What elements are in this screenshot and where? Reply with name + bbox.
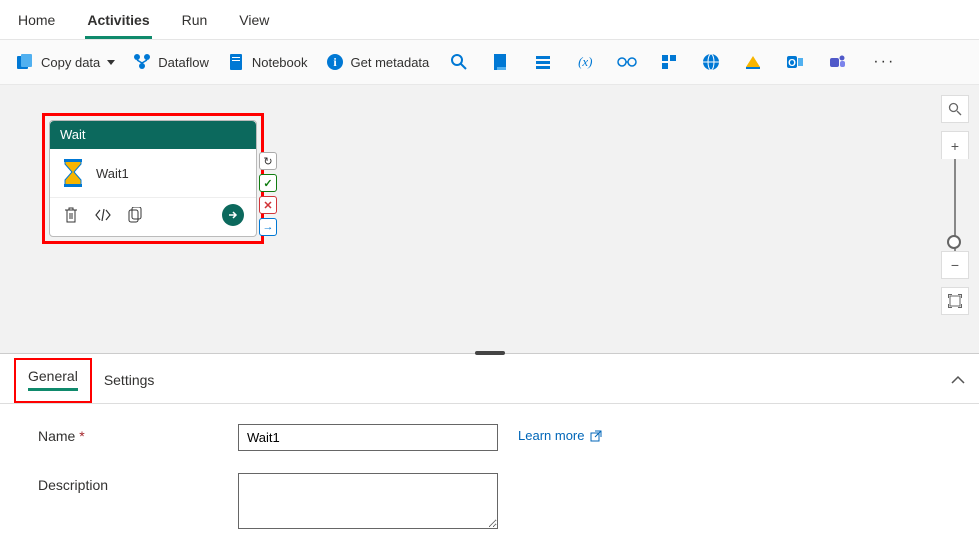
tab-general-label: General [28, 368, 78, 384]
zoom-track[interactable] [954, 159, 956, 251]
notebook-label: Notebook [252, 55, 308, 70]
copy-data-icon [16, 53, 34, 71]
tab-home[interactable]: Home [16, 6, 57, 39]
description-label: Description [38, 473, 218, 493]
panel-tabs: General Settings [0, 353, 979, 404]
expand-icon[interactable] [222, 204, 244, 226]
learn-more-label: Learn more [518, 428, 584, 443]
name-field[interactable] [238, 424, 498, 451]
toolbar: Copy data Dataflow Notebook i Get metada… [0, 40, 979, 85]
connector-fail-icon[interactable]: ✕ [259, 196, 277, 214]
functions-icon[interactable] [615, 50, 639, 74]
web-icon[interactable] [699, 50, 723, 74]
tab-settings[interactable]: Settings [92, 364, 167, 398]
fit-screen-button[interactable] [941, 287, 969, 315]
tab-general[interactable]: General [14, 358, 92, 403]
more-button[interactable]: ··· [867, 53, 901, 71]
zoom-out-button[interactable]: − [941, 251, 969, 279]
copy-icon[interactable] [126, 206, 144, 224]
get-metadata-label: Get metadata [351, 55, 430, 70]
top-tabs: Home Activities Run View [0, 0, 979, 40]
delete-icon[interactable] [62, 206, 80, 224]
name-label: Name * [38, 424, 218, 444]
semantic-icon[interactable] [741, 50, 765, 74]
zoom-in-button[interactable]: + [941, 131, 969, 159]
external-link-icon [590, 430, 602, 442]
teams-icon[interactable] [825, 50, 849, 74]
activity-type: Wait [50, 121, 256, 149]
notebook-button[interactable]: Notebook [227, 53, 308, 71]
description-field[interactable] [238, 473, 498, 529]
panel-resize-handle[interactable] [475, 351, 505, 355]
notebook-icon [227, 53, 245, 71]
hourglass-icon [62, 159, 84, 187]
tab-activities[interactable]: Activities [85, 6, 151, 39]
dataflow-button[interactable]: Dataflow [133, 53, 209, 71]
get-metadata-button[interactable]: i Get metadata [326, 53, 430, 71]
outlook-icon[interactable]: O [783, 50, 807, 74]
dataflow-label: Dataflow [158, 55, 209, 70]
code-icon[interactable] [94, 206, 112, 224]
general-form: Name * Learn more Description [0, 404, 979, 549]
tab-run[interactable]: Run [180, 6, 210, 39]
svg-text:O: O [788, 58, 796, 69]
info-icon: i [326, 53, 344, 71]
search-icon[interactable] [941, 95, 969, 123]
lookup-icon[interactable] [447, 50, 471, 74]
connector-skip-icon[interactable]: → [259, 218, 277, 236]
collapse-panel-button[interactable] [951, 373, 965, 388]
learn-more-link[interactable]: Learn more [518, 424, 602, 443]
chevron-down-icon [107, 60, 115, 65]
canvas[interactable]: Wait Wait1 ↻ ✓ ✕ → + − [0, 85, 979, 353]
stored-proc-icon[interactable] [531, 50, 555, 74]
script-icon[interactable] [489, 50, 513, 74]
set-variable-icon[interactable]: (x) [573, 50, 597, 74]
activity-wait-highlight: Wait Wait1 ↻ ✓ ✕ → [42, 113, 264, 244]
activity-card[interactable]: Wait Wait1 [49, 120, 257, 237]
activity-name: Wait1 [96, 166, 129, 181]
zoom-controls: + − [941, 95, 969, 315]
activity-connectors: ↻ ✓ ✕ → [259, 152, 277, 236]
connector-success-icon[interactable]: ✓ [259, 174, 277, 192]
zoom-handle[interactable] [947, 235, 961, 249]
tab-view[interactable]: View [237, 6, 271, 39]
copy-data-label: Copy data [41, 55, 100, 70]
copy-data-button[interactable]: Copy data [16, 53, 115, 71]
dataflow-icon [133, 53, 151, 71]
connector-completion-icon[interactable]: ↻ [259, 152, 277, 170]
kql-icon[interactable] [657, 50, 681, 74]
